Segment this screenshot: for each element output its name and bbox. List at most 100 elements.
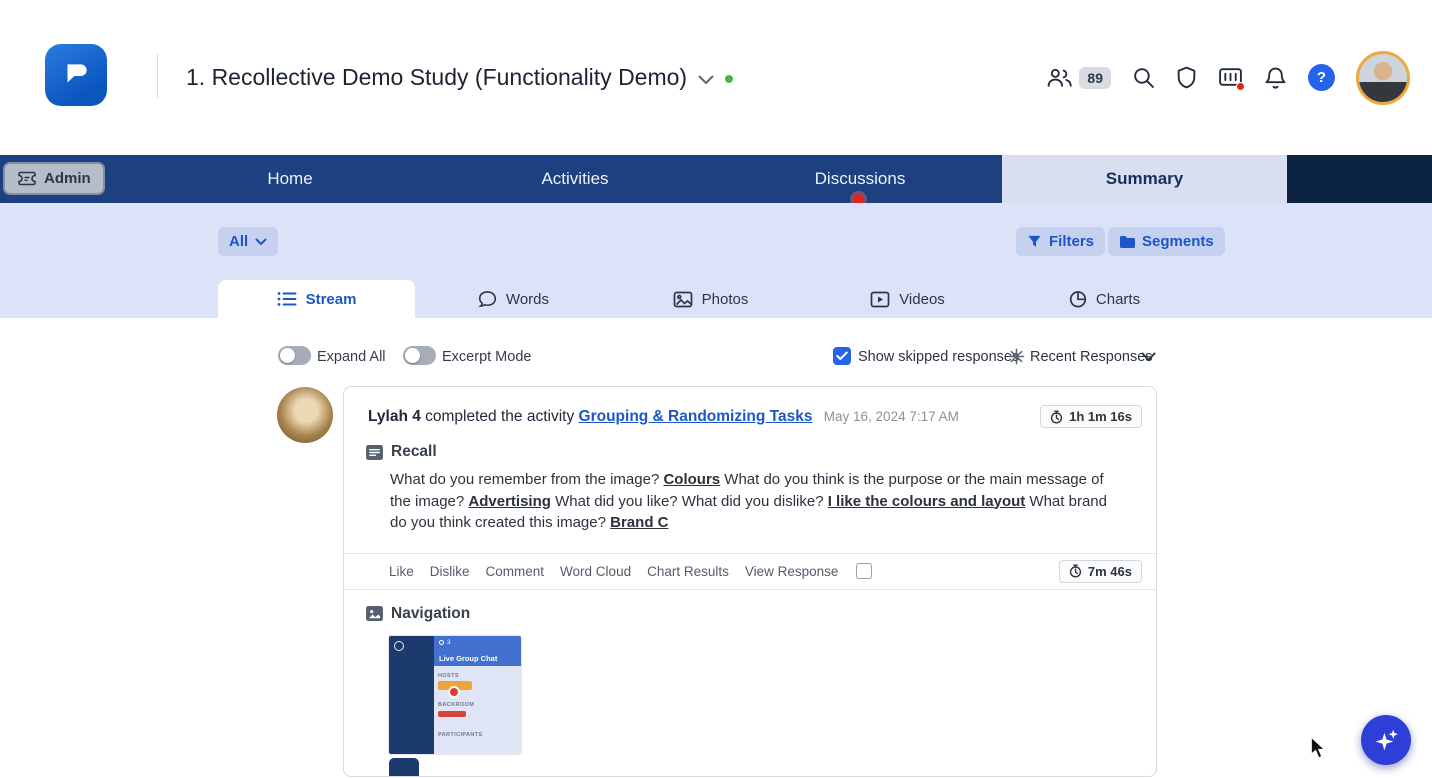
- members-icon: [1046, 66, 1073, 89]
- toggle-knob: [405, 348, 420, 363]
- thumb-live-badge: 3: [439, 639, 516, 646]
- sparkles-icon: [1375, 729, 1398, 750]
- nav-tab-activities[interactable]: Activities: [475, 155, 675, 203]
- live-chat-icon[interactable]: [1218, 66, 1245, 91]
- search-icon[interactable]: [1132, 66, 1155, 89]
- expand-all-label: Expand All: [317, 349, 386, 365]
- study-selector[interactable]: 1. Recollective Demo Study (Functionalit…: [186, 0, 734, 155]
- chart-results-button[interactable]: Chart Results: [647, 564, 729, 579]
- help-icon[interactable]: ?: [1308, 64, 1335, 91]
- thumb-title: Live Group Chat: [439, 653, 498, 663]
- thumb-sidebar: [389, 635, 434, 754]
- header-actions: 89 ?: [1046, 0, 1410, 155]
- answer-text[interactable]: Colours: [663, 471, 720, 488]
- words-icon: [478, 291, 497, 307]
- answer-text[interactable]: I like the colours and layout: [828, 493, 1026, 510]
- chevron-down-icon: [255, 238, 267, 245]
- excerpt-mode-toggle[interactable]: [403, 346, 436, 365]
- answer-text[interactable]: Brand C: [610, 514, 668, 531]
- comment-button[interactable]: Comment: [486, 564, 545, 579]
- view-tab-label: Charts: [1095, 290, 1141, 308]
- view-tab-label: Videos: [899, 290, 945, 308]
- view-tab-label: Photos: [701, 290, 749, 308]
- view-tab-stream[interactable]: Stream: [218, 280, 415, 318]
- view-tab-photos[interactable]: Photos: [612, 280, 809, 318]
- thumb-badge-count: 3: [447, 638, 451, 646]
- recollective-logo[interactable]: [45, 44, 107, 106]
- view-tab-charts[interactable]: Charts: [1006, 280, 1203, 318]
- logo-glyph: [67, 64, 87, 83]
- response-timestamp: May 16, 2024 7:17 AM: [823, 409, 959, 424]
- thumb-header: 3 Live Group Chat: [434, 635, 521, 666]
- response-card-header: Lylah 4 completed the activity Grouping …: [344, 387, 1156, 428]
- page-title: 1. Recollective Demo Study (Functionalit…: [186, 64, 688, 90]
- activity-link[interactable]: Grouping & Randomizing Tasks: [579, 408, 813, 425]
- select-response-checkbox[interactable]: [856, 563, 873, 579]
- author-name[interactable]: Lylah 4: [368, 408, 421, 425]
- expand-all-toggle[interactable]: [278, 346, 311, 365]
- navigation-section-header: Navigation: [366, 605, 1156, 623]
- info-icon: [394, 640, 404, 651]
- videos-icon: [870, 291, 890, 307]
- thumb-backroom-bar: [438, 710, 466, 717]
- recall-section-title: Recall: [391, 443, 437, 460]
- stopwatch-icon: [1069, 564, 1082, 578]
- primary-nav: Home Activities Discussions Summary Admi…: [0, 155, 1432, 205]
- online-status-dot: [725, 74, 734, 83]
- view-response-button[interactable]: View Response: [745, 564, 839, 579]
- thumb-label-hosts: HOSTS: [438, 672, 459, 679]
- like-button[interactable]: Like: [389, 564, 414, 579]
- dislike-button[interactable]: Dislike: [430, 564, 470, 579]
- filter-icon: [1028, 235, 1041, 247]
- response-action-row: Like Dislike Comment Word Cloud Chart Re…: [344, 552, 1156, 590]
- user-avatar[interactable]: [1356, 50, 1410, 105]
- ai-assistant-fab[interactable]: [1361, 715, 1411, 765]
- navigation-section-title: Navigation: [391, 604, 471, 622]
- nav-dark-section: [1287, 155, 1432, 203]
- check-icon: [836, 351, 848, 361]
- recall-section-header: Recall: [366, 443, 1156, 461]
- scope-dropdown[interactable]: All: [218, 227, 279, 256]
- members-count-badge: 89: [1079, 66, 1111, 89]
- charts-icon: [1069, 291, 1087, 308]
- show-skipped-checkbox[interactable]: [833, 347, 851, 365]
- view-tab-label: Stream: [305, 290, 357, 308]
- view-tab-videos[interactable]: Videos: [809, 280, 1006, 318]
- filters-button[interactable]: Filters: [1016, 227, 1106, 256]
- photos-icon: [673, 291, 692, 307]
- word-cloud-button[interactable]: Word Cloud: [560, 564, 631, 579]
- navigation-task-icon: [366, 606, 383, 621]
- admin-label: Admin: [44, 170, 91, 187]
- second-screenshot-thumbnail[interactable]: [389, 757, 419, 776]
- segments-label: Segments: [1142, 233, 1214, 250]
- nav-tab-summary[interactable]: Summary: [1002, 155, 1287, 203]
- answer-text[interactable]: Advertising: [468, 493, 551, 510]
- task-duration-value: 7m 46s: [1087, 563, 1132, 579]
- chevron-down-icon[interactable]: [698, 75, 714, 85]
- response-headline: Lylah 4 completed the activity Grouping …: [368, 405, 959, 426]
- view-tab-words[interactable]: Words: [415, 280, 612, 318]
- toggle-knob: [280, 348, 295, 363]
- chevron-down-icon[interactable]: [1141, 352, 1156, 362]
- notification-dot: [1236, 82, 1245, 91]
- nav-tab-home[interactable]: Home: [190, 155, 390, 203]
- admin-button[interactable]: Admin: [3, 162, 105, 195]
- sort-order-icon[interactable]: [1008, 348, 1025, 365]
- response-author-avatar[interactable]: [277, 387, 333, 443]
- bell-icon[interactable]: [1264, 66, 1287, 90]
- segments-button[interactable]: Segments: [1108, 227, 1225, 256]
- header-divider: [157, 54, 158, 98]
- app-header: 1. Recollective Demo Study (Functionalit…: [0, 0, 1432, 155]
- sort-dropdown-label[interactable]: Recent Responses: [1030, 349, 1153, 365]
- shield-icon[interactable]: [1176, 66, 1197, 89]
- navigation-screenshot-thumbnail[interactable]: 3 Live Group Chat HOSTS BACKROOM PARTICI…: [389, 635, 521, 754]
- total-duration-value: 1h 1m 16s: [1069, 409, 1132, 424]
- admin-badge-icon: [17, 170, 37, 187]
- headline-action-text: completed the activity: [420, 408, 579, 425]
- filters-label: Filters: [1049, 233, 1095, 250]
- summary-subheader: All Filters Segments Stream Words Photos…: [0, 203, 1432, 318]
- total-duration-badge: 1h 1m 16s: [1040, 405, 1142, 428]
- members-control[interactable]: 89: [1046, 66, 1111, 89]
- excerpt-mode-label: Excerpt Mode: [442, 349, 532, 365]
- response-card: Lylah 4 completed the activity Grouping …: [343, 386, 1157, 777]
